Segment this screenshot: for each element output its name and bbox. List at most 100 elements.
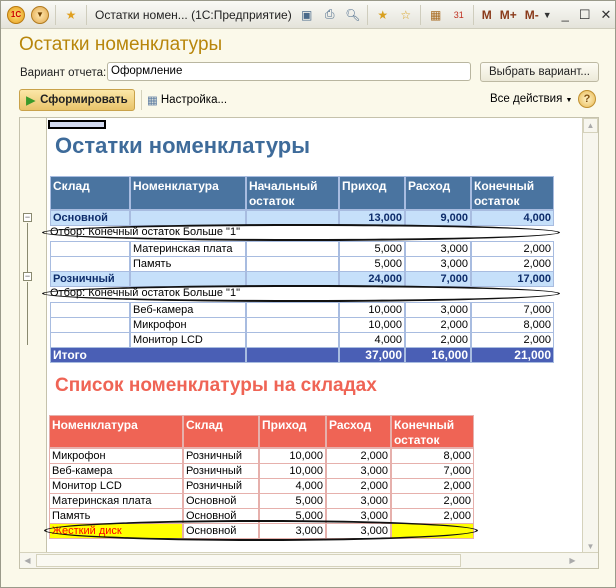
settings-icon: ▦ bbox=[147, 95, 158, 107]
vertical-scrollbar[interactable]: ▲ ▼ bbox=[582, 118, 598, 554]
selected-cell[interactable] bbox=[48, 120, 106, 129]
column-header: Номенклатура bbox=[130, 176, 246, 210]
column-header: Расход bbox=[326, 415, 391, 448]
highlighted-row-cell: 3,000 bbox=[326, 523, 391, 539]
list-row-cell: 3,000 bbox=[326, 493, 391, 509]
variant-label: Вариант отчета: bbox=[20, 67, 107, 79]
settings-button[interactable]: ▦ Настройка... bbox=[147, 93, 227, 107]
item-row-cell: 2,000 bbox=[405, 332, 471, 348]
variant-input[interactable]: Оформление bbox=[107, 62, 471, 81]
help-button[interactable]: ? bbox=[578, 90, 596, 108]
item-row-cell: 2,000 bbox=[471, 241, 554, 257]
list-row-cell: Память bbox=[49, 508, 183, 524]
filter-row: Отбор: Конечный остаток Больше "1" bbox=[50, 226, 240, 238]
item-row-cell: Веб-камера bbox=[130, 302, 246, 318]
column-header: Склад bbox=[183, 415, 259, 448]
list-row-cell: 2,000 bbox=[391, 493, 474, 509]
list-row-cell: 8,000 bbox=[391, 448, 474, 464]
item-row-cell: 5,000 bbox=[339, 256, 405, 272]
item-row-cell: 3,000 bbox=[405, 256, 471, 272]
column-header: Конечный остаток bbox=[391, 415, 474, 448]
group-row-cell bbox=[246, 271, 339, 287]
list-row-cell: Веб-камера bbox=[49, 463, 183, 479]
item-row-cell bbox=[246, 332, 339, 348]
horizontal-scroll-thumb[interactable] bbox=[36, 554, 461, 567]
main-menu-button[interactable]: ▼ bbox=[31, 5, 49, 24]
report-area: − − Остатки номенклатуры Список номенкла… bbox=[19, 117, 599, 569]
item-row-cell: 3,000 bbox=[405, 241, 471, 257]
scroll-left-icon[interactable]: ◀ bbox=[20, 553, 35, 568]
item-row-cell bbox=[246, 241, 339, 257]
group-row-cell: 9,000 bbox=[405, 210, 471, 226]
list-row-cell: Розничный bbox=[183, 463, 259, 479]
item-row-cell: 3,000 bbox=[405, 302, 471, 318]
group-row-cell bbox=[130, 271, 246, 287]
scroll-right-icon[interactable]: ▶ bbox=[565, 553, 580, 568]
highlighted-row-cell: Основной bbox=[183, 523, 259, 539]
memory-minus-button[interactable]: M- bbox=[525, 8, 539, 22]
memory-m-button[interactable]: M bbox=[482, 8, 492, 22]
list-row-cell: 4,000 bbox=[259, 478, 326, 494]
title-bar: 1С ▼ ★ Остатки номен... (1С:Предприятие)… bbox=[1, 1, 615, 29]
item-row-cell bbox=[246, 317, 339, 333]
collapse-group-icon[interactable]: − bbox=[23, 213, 32, 222]
scroll-up-icon[interactable]: ▲ bbox=[583, 118, 598, 133]
group-row-cell bbox=[246, 210, 339, 226]
favorite-icon[interactable]: ☆ bbox=[398, 7, 414, 23]
item-row-cell: 10,000 bbox=[339, 302, 405, 318]
maximize-button[interactable]: ☐ bbox=[579, 7, 591, 23]
highlighted-row-cell bbox=[391, 523, 474, 539]
column-header: Расход bbox=[405, 176, 471, 210]
list-row-cell: 3,000 bbox=[326, 463, 391, 479]
column-header: Конечный остаток bbox=[471, 176, 554, 210]
item-row-cell: 8,000 bbox=[471, 317, 554, 333]
choose-variant-button[interactable]: Выбрать вариант... bbox=[480, 62, 599, 82]
list-row-cell: 5,000 bbox=[259, 493, 326, 509]
list-row-cell: Основной bbox=[183, 508, 259, 524]
add-favorite-icon[interactable]: ★ bbox=[375, 7, 391, 23]
item-row-cell: 5,000 bbox=[339, 241, 405, 257]
group-row-cell bbox=[130, 210, 246, 226]
close-button[interactable]: ✕ bbox=[601, 7, 612, 23]
minimize-button[interactable]: _ bbox=[562, 7, 569, 22]
form-title: Остатки номенклатуры bbox=[19, 34, 223, 55]
horizontal-scrollbar[interactable]: ◀ ▶ bbox=[20, 552, 598, 568]
list-row-cell: 7,000 bbox=[391, 463, 474, 479]
chevron-down-icon[interactable]: ▼ bbox=[543, 10, 552, 20]
report-title-1: Остатки номенклатуры bbox=[55, 133, 310, 158]
memory-plus-button[interactable]: M+ bbox=[500, 8, 517, 22]
1c-logo-icon[interactable]: 1С bbox=[7, 5, 25, 24]
calculator-icon[interactable]: ▦ bbox=[428, 7, 444, 23]
item-row-cell: 10,000 bbox=[339, 317, 405, 333]
column-header: Склад bbox=[50, 176, 130, 210]
item-row-cell: Память bbox=[130, 256, 246, 272]
list-row-cell: Основной bbox=[183, 493, 259, 509]
item-row-cell bbox=[50, 302, 130, 318]
all-actions-button[interactable]: Все действия ▼ bbox=[490, 93, 572, 105]
list-row-cell: 2,000 bbox=[326, 478, 391, 494]
generate-button[interactable]: ▶ Сформировать bbox=[19, 89, 135, 111]
group-row-cell: 7,000 bbox=[405, 271, 471, 287]
item-row-cell: Монитор LCD bbox=[130, 332, 246, 348]
play-icon: ▶ bbox=[26, 95, 36, 107]
item-row-cell: Микрофон bbox=[130, 317, 246, 333]
preview-icon[interactable]: 🔍︎ bbox=[345, 7, 361, 23]
item-row-cell bbox=[50, 332, 130, 348]
total-row-cell bbox=[246, 347, 339, 363]
filter-row: Отбор: Конечный остаток Больше "1" bbox=[50, 287, 240, 299]
favorites-star-icon[interactable]: ★ bbox=[62, 6, 80, 24]
print-icon[interactable]: ⎙ bbox=[322, 7, 338, 23]
item-row-cell bbox=[246, 256, 339, 272]
group-row-cell: 24,000 bbox=[339, 271, 405, 287]
collapse-group-icon[interactable]: − bbox=[23, 272, 32, 281]
list-row-cell: 2,000 bbox=[391, 478, 474, 494]
list-row-cell: 2,000 bbox=[326, 448, 391, 464]
item-row-cell: 2,000 bbox=[471, 256, 554, 272]
column-header: Приход bbox=[259, 415, 326, 448]
list-row-cell: 10,000 bbox=[259, 463, 326, 479]
save-icon[interactable]: ▣ bbox=[299, 7, 315, 23]
calendar-icon[interactable]: 31 bbox=[451, 7, 467, 23]
window-title: Остатки номен... (1С:Предприятие) bbox=[95, 7, 292, 22]
column-header: Начальный остаток bbox=[246, 176, 339, 210]
item-row-cell bbox=[246, 302, 339, 318]
